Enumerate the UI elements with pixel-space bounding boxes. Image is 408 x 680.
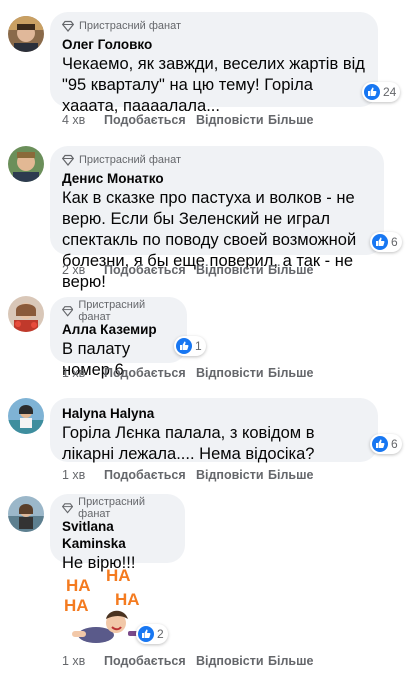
reaction-count[interactable]: 6 xyxy=(370,434,402,454)
comment-author[interactable]: Svitlana Kaminska xyxy=(62,518,173,552)
comment-actions: 1 хв Подобається Відповісти Більше xyxy=(62,366,313,380)
more-button[interactable]: Більше xyxy=(268,366,313,380)
diamond-icon xyxy=(62,306,74,317)
comment-text: Как в сказке про пастуха и волков - не в… xyxy=(62,189,357,291)
comment-author[interactable]: Денис Монатко xyxy=(62,170,372,187)
reaction-count[interactable]: 24 xyxy=(362,82,401,102)
like-icon xyxy=(372,234,388,250)
comment-author[interactable]: Олег Головко xyxy=(62,36,366,53)
more-button[interactable]: Більше xyxy=(268,654,313,668)
reply-button[interactable]: Відповісти xyxy=(196,113,268,127)
diamond-icon xyxy=(62,20,74,32)
reaction-number: 6 xyxy=(391,235,398,249)
svg-text:HA: HA xyxy=(115,590,140,609)
reaction-count[interactable]: 6 xyxy=(370,232,402,252)
like-icon xyxy=(138,626,154,642)
like-button[interactable]: Подобається xyxy=(104,468,196,482)
fan-badge: Пристрасний фанат xyxy=(62,496,173,520)
reaction-number: 2 xyxy=(157,627,164,641)
svg-text:HA: HA xyxy=(106,567,131,585)
comment-author[interactable]: Halyna Halyna xyxy=(62,405,366,422)
avatar-image xyxy=(8,496,44,532)
laughing-girl-icon: HA HA HA HA xyxy=(64,566,140,643)
comment-bubble: Halyna Halyna Горіла Лєнка палала, з ков… xyxy=(50,398,378,463)
more-button[interactable]: Більше xyxy=(268,113,313,127)
like-button[interactable]: Подобається xyxy=(104,263,196,277)
svg-text:HA: HA xyxy=(64,596,89,615)
avatar[interactable] xyxy=(8,146,44,182)
reply-button[interactable]: Відповісти xyxy=(196,654,268,668)
timestamp[interactable]: 1 хв xyxy=(62,468,104,482)
more-button[interactable]: Більше xyxy=(268,468,313,482)
reaction-number: 24 xyxy=(383,85,397,99)
svg-text:HA: HA xyxy=(66,576,91,595)
reply-button[interactable]: Відповісти xyxy=(196,366,268,380)
like-button[interactable]: Подобається xyxy=(104,366,196,380)
like-icon xyxy=(364,84,380,100)
badge-label: Пристрасний фанат xyxy=(78,496,145,520)
reaction-count[interactable]: 1 xyxy=(174,336,206,356)
reaction-number: 6 xyxy=(391,437,398,451)
like-icon xyxy=(372,436,388,452)
diamond-icon xyxy=(62,154,74,166)
avatar-image xyxy=(8,398,44,434)
avatar[interactable] xyxy=(8,16,44,52)
timestamp[interactable]: 2 хв xyxy=(62,263,104,277)
timestamp[interactable]: 4 хв xyxy=(62,113,104,127)
laughing-sticker[interactable]: HA HA HA HA xyxy=(58,566,148,647)
comment-text: Чекаемо, як завжди, веселих жартів від "… xyxy=(62,55,365,115)
diamond-icon xyxy=(62,503,74,514)
reaction-count[interactable]: 2 xyxy=(136,624,168,644)
like-icon xyxy=(176,338,192,354)
avatar[interactable] xyxy=(8,496,44,532)
reply-button[interactable]: Відповісти xyxy=(196,468,268,482)
fan-badge: Пристрасний фанат xyxy=(62,153,372,167)
badge-label: Пристрасний фанат xyxy=(79,154,182,166)
badge-label: Пристрасний фанат xyxy=(79,20,182,32)
like-button[interactable]: Подобається xyxy=(104,654,196,668)
comment-text: Горіла Лєнка палала, з ковідом в лікарні… xyxy=(62,424,315,463)
like-button[interactable]: Подобається xyxy=(104,113,196,127)
comment-bubble: Пристрасний фанат Денис Монатко Как в ск… xyxy=(50,146,384,291)
reaction-number: 1 xyxy=(195,339,202,353)
avatar-image xyxy=(8,296,44,332)
reply-button[interactable]: Відповісти xyxy=(196,263,268,277)
timestamp[interactable]: 1 хв xyxy=(62,366,104,380)
avatar-image xyxy=(8,16,44,52)
badge-label: Пристрасний фанат xyxy=(78,299,146,323)
comment-actions: 2 хв Подобається Відповісти Більше xyxy=(62,263,313,277)
comment-author[interactable]: Алла Каземир xyxy=(62,321,175,338)
avatar-image xyxy=(8,146,44,182)
comment-bubble: Пристрасний фанат Олег Головко Чекаемо, … xyxy=(50,12,378,115)
comment-actions: 1 хв Подобається Відповісти Більше xyxy=(62,468,313,482)
more-button[interactable]: Більше xyxy=(268,263,313,277)
avatar[interactable] xyxy=(8,398,44,434)
timestamp[interactable]: 1 хв xyxy=(62,654,104,668)
fan-badge: Пристрасний фанат xyxy=(62,299,175,323)
fan-badge: Пристрасний фанат xyxy=(62,19,366,33)
comment-bubble: Пристрасний фанат Алла Каземир В палату … xyxy=(50,297,187,379)
comment-bubble: Пристрасний фанат Svitlana Kaminska Не в… xyxy=(50,494,185,572)
comment-actions: 4 хв Подобається Відповісти Більше xyxy=(62,113,313,127)
avatar[interactable] xyxy=(8,296,44,332)
comment-actions: 1 хв Подобається Відповісти Більше xyxy=(62,654,313,668)
